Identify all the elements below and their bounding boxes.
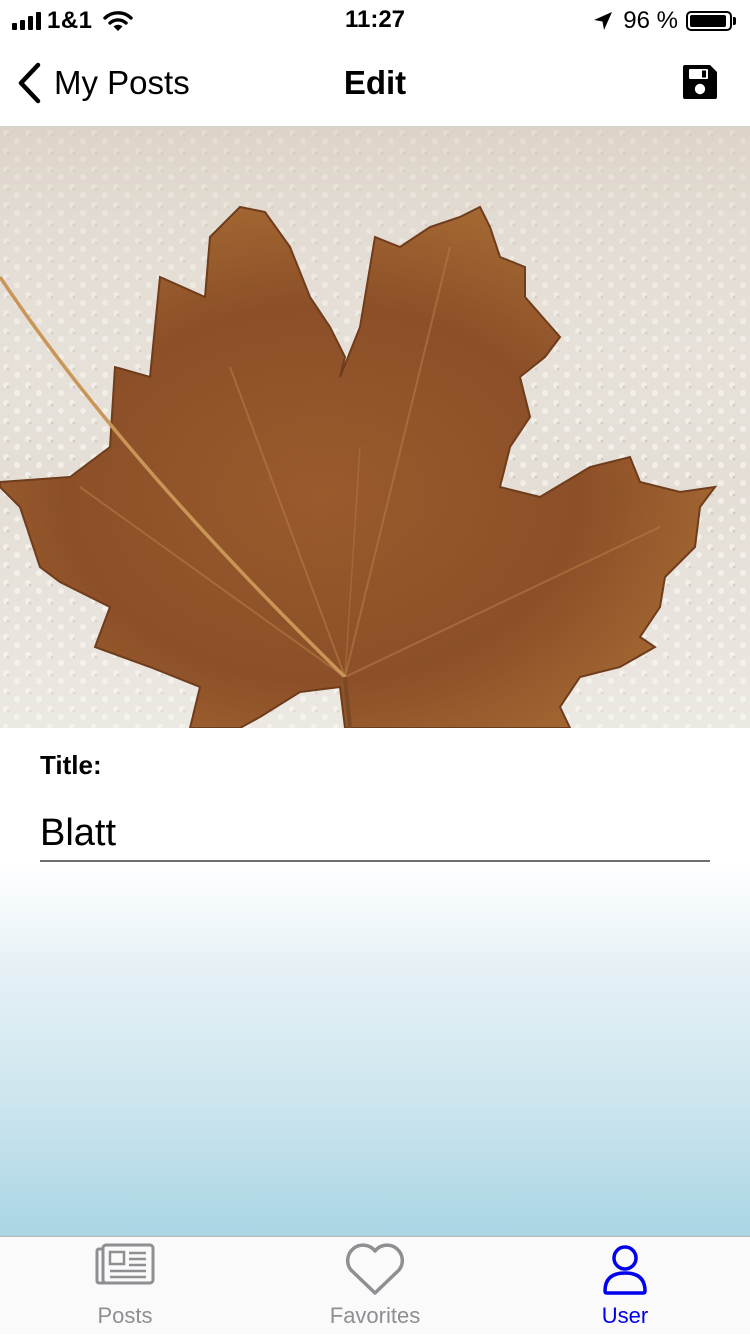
- back-label: My Posts: [54, 64, 190, 101]
- battery-percent: 96 %: [623, 7, 678, 34]
- tab-bar: Posts Favorites User: [0, 1236, 750, 1334]
- floppy-disk-icon: [683, 65, 717, 99]
- back-button[interactable]: My Posts: [16, 60, 190, 106]
- tab-posts-label: Posts: [97, 1303, 153, 1328]
- title-input[interactable]: [40, 806, 710, 862]
- tab-user-label: User: [601, 1303, 649, 1328]
- status-right: 96 %: [593, 6, 736, 36]
- save-button[interactable]: [680, 62, 720, 102]
- tab-user[interactable]: User: [500, 1237, 750, 1335]
- battery-level: [690, 15, 727, 27]
- user-icon: [603, 1245, 647, 1295]
- tab-favorites-label: Favorites: [329, 1303, 421, 1328]
- location-arrow-icon: [594, 12, 613, 30]
- battery-tip: [733, 17, 736, 25]
- tab-favorites[interactable]: Favorites: [250, 1237, 500, 1335]
- background-gradient: [0, 862, 750, 1236]
- status-bar: 1&1 11:27 96 %: [0, 0, 750, 40]
- newspaper-icon: [95, 1243, 155, 1285]
- heart-icon: [345, 1243, 405, 1295]
- battery-icon: [686, 11, 732, 31]
- leaf-photo: [0, 127, 750, 728]
- navigation-bar: My Posts Edit: [0, 40, 750, 127]
- chevron-left-icon: [18, 62, 41, 104]
- post-image: [0, 127, 750, 728]
- title-label: Title:: [40, 750, 102, 780]
- tab-posts[interactable]: Posts: [0, 1237, 250, 1335]
